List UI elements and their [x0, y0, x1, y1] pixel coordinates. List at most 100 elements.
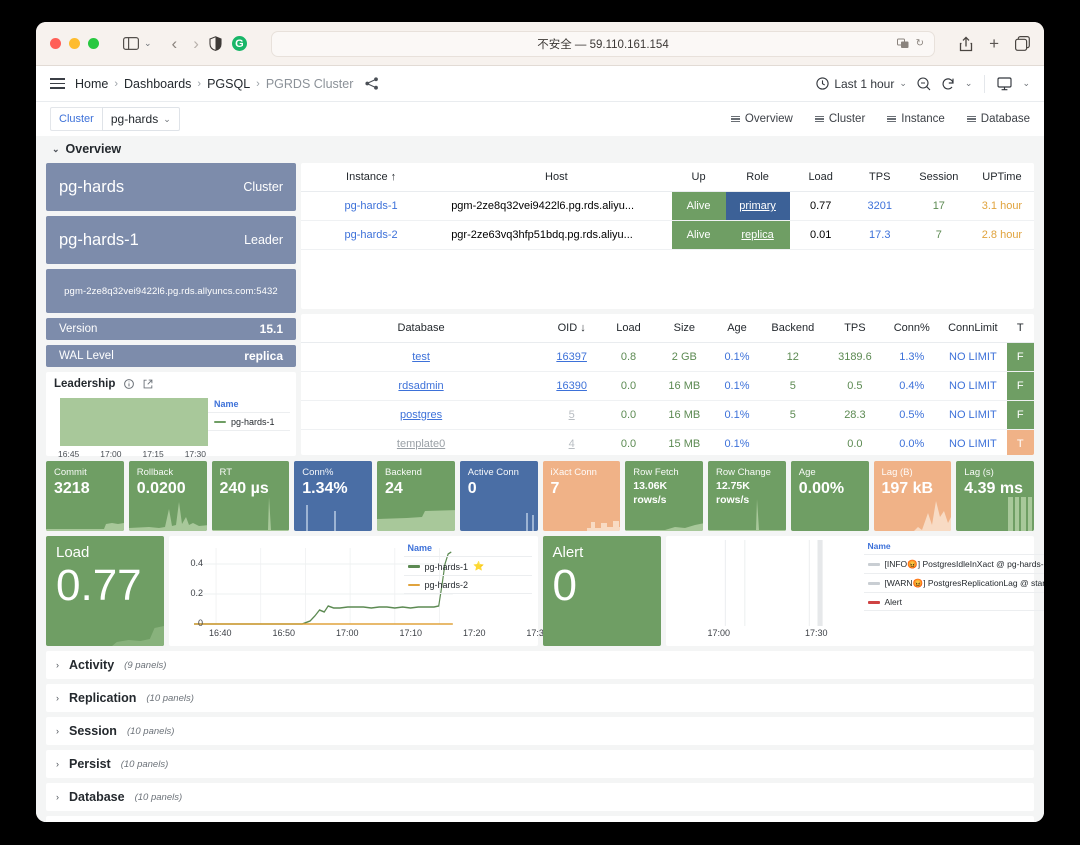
col-load[interactable]: Load: [790, 163, 852, 192]
legend-item[interactable]: [WARN😡] PostgresReplicationLag @ standby…: [864, 574, 1045, 593]
back-button[interactable]: ‹: [172, 35, 178, 52]
table-row[interactable]: rdsadmin 16390 0.0 16 MB 0.1% 5 0.5 0.4%…: [301, 372, 1034, 401]
chevron-down-icon[interactable]: ⌄: [899, 78, 907, 89]
stat-tile-ixact-conn[interactable]: iXact Conn 7: [543, 461, 621, 531]
database-link[interactable]: test: [412, 351, 430, 363]
stat-tile-active-conn[interactable]: Active Conn 0: [460, 461, 538, 531]
refresh-interval-chevron-icon[interactable]: ⌄: [965, 78, 973, 89]
col-database[interactable]: Database: [301, 314, 541, 343]
dashboard-link-overview[interactable]: Overview: [731, 113, 793, 125]
table-row[interactable]: postgres 5 0.0 16 MB 0.1% 5 28.3 0.5% NO…: [301, 401, 1034, 430]
table-row[interactable]: test 16397 0.8 2 GB 0.1% 12 3189.6 1.3% …: [301, 343, 1034, 372]
database-link[interactable]: template0: [397, 438, 445, 450]
database-link[interactable]: postgres: [400, 409, 442, 421]
col-oid[interactable]: OID ↓: [541, 314, 602, 343]
col-connlimit[interactable]: ConnLimit: [939, 314, 1006, 343]
oid-link[interactable]: 16390: [556, 380, 587, 392]
row-header-session[interactable]: › Session (10 panels): [46, 717, 1034, 745]
stat-tile-rollback[interactable]: Rollback 0.0200: [129, 461, 207, 531]
stat-tile-lag-seconds[interactable]: Lag (s) 4.39 ms: [956, 461, 1034, 531]
oid-link[interactable]: 5: [569, 409, 575, 421]
col-tps[interactable]: TPS: [852, 163, 908, 192]
menu-toggle-button[interactable]: [50, 78, 65, 89]
database-link[interactable]: rdsadmin: [398, 380, 443, 392]
col-instance[interactable]: Instance ↑: [301, 163, 441, 192]
breadcrumb-item-pgsql[interactable]: PGSQL: [207, 77, 250, 91]
table-row[interactable]: template0 4 0.0 15 MB 0.1% 0.0 0.0% NO L…: [301, 430, 1034, 456]
view-mode-chevron-icon[interactable]: ⌄: [1022, 78, 1030, 89]
col-size[interactable]: Size: [655, 314, 714, 343]
close-window-button[interactable]: [50, 38, 61, 49]
share-icon[interactable]: [959, 36, 973, 52]
stat-tile-rt[interactable]: RT 240 µs: [212, 461, 290, 531]
row-header-table-query[interactable]: › Table & Query (4 panels): [46, 816, 1034, 822]
stat-tile-commit[interactable]: Commit 3218: [46, 461, 124, 531]
legend-item[interactable]: pg-hards-1 ⭐: [404, 557, 532, 576]
refresh-dashboard-button[interactable]: [941, 77, 955, 91]
stat-tile-age[interactable]: Age 0.00%: [791, 461, 869, 531]
col-session[interactable]: Session: [908, 163, 970, 192]
grammarly-icon[interactable]: G: [232, 36, 247, 51]
oid-link[interactable]: 4: [569, 438, 575, 450]
minimize-window-button[interactable]: [69, 38, 80, 49]
row-header-persist[interactable]: › Persist (10 panels): [46, 750, 1034, 778]
stat-tile-row-fetch[interactable]: Row Fetch 13.06K rows/s: [625, 461, 703, 531]
alert-timeseries-panel[interactable]: 17:00 17:30 Name [INFO😡] PostgresIdleInX…: [666, 536, 1035, 646]
time-range-picker[interactable]: Last 1 hour ⌄: [816, 77, 907, 91]
col-tps[interactable]: TPS: [825, 314, 884, 343]
col-t[interactable]: T: [1007, 314, 1034, 343]
load-timeseries-panel[interactable]: 0.4 0.2 0 16:40 16:50 17:00 17:10 17:20 …: [169, 536, 538, 646]
forward-button[interactable]: ›: [193, 35, 199, 52]
row-header-overview[interactable]: ⌄ Overview: [44, 136, 1036, 163]
breadcrumb-item-dashboards[interactable]: Dashboards: [124, 77, 191, 91]
kiosk-monitor-icon[interactable]: [997, 77, 1012, 91]
legend-item[interactable]: Alert: [864, 593, 1045, 611]
dashboard-link-cluster[interactable]: Cluster: [815, 113, 865, 125]
reader-mode-icon[interactable]: [897, 38, 909, 49]
instance-link[interactable]: pg-hards-2: [344, 229, 397, 241]
dashboard-content: ⌄ Overview pg-hards Cluster pg-hards-1 L…: [36, 136, 1044, 822]
col-load[interactable]: Load: [602, 314, 655, 343]
load-stat-panel[interactable]: Load 0.77: [46, 536, 164, 646]
col-age[interactable]: Age: [714, 314, 760, 343]
legend-item[interactable]: pg-hards-1: [208, 413, 290, 431]
alert-stat-panel[interactable]: Alert 0: [543, 536, 661, 646]
sidebar-toggle-button[interactable]: ⌄: [123, 37, 152, 50]
table-row[interactable]: pg-hards-2 pgr-2ze63vq3hfp51bdq.pg.rds.a…: [301, 221, 1034, 250]
breadcrumb-item-home[interactable]: Home: [75, 77, 108, 91]
col-role[interactable]: Role: [726, 163, 790, 192]
col-uptime[interactable]: UPTime: [970, 163, 1034, 192]
col-backend[interactable]: Backend: [760, 314, 825, 343]
zoom-out-time-button[interactable]: [917, 77, 931, 91]
oid-link[interactable]: 16397: [556, 351, 587, 363]
dashboard-link-instance[interactable]: Instance: [887, 113, 944, 125]
reload-icon[interactable]: ↻: [916, 38, 924, 49]
legend-item[interactable]: [INFO😡] PostgresIdleInXact @ pg-hards-1: [864, 555, 1045, 574]
stat-tile-backend[interactable]: Backend 24: [377, 461, 455, 531]
col-conn-pct[interactable]: Conn%: [884, 314, 939, 343]
row-header-activity[interactable]: › Activity (9 panels): [46, 651, 1034, 679]
tabs-overview-button[interactable]: [1015, 36, 1030, 51]
legend-item[interactable]: pg-hards-2: [404, 576, 532, 594]
row-header-database[interactable]: › Database (10 panels): [46, 783, 1034, 811]
role-cell[interactable]: primary: [726, 192, 790, 221]
new-tab-button[interactable]: +: [989, 35, 999, 52]
stat-tile-lag-bytes[interactable]: Lag (B) 197 kB: [874, 461, 952, 531]
col-up[interactable]: Up: [672, 163, 726, 192]
stat-tile-row-change[interactable]: Row Change 12.75K rows/s: [708, 461, 786, 531]
share-nodes-icon[interactable]: [365, 77, 379, 90]
dashboard-link-database[interactable]: Database: [967, 113, 1030, 125]
external-link-icon[interactable]: [143, 379, 153, 389]
stat-tile-conn-pct[interactable]: Conn% 1.34%: [294, 461, 372, 531]
address-bar[interactable]: 不安全 — 59.110.161.154 ↻: [271, 31, 935, 57]
window-traffic-lights[interactable]: [50, 38, 99, 49]
row-header-replication[interactable]: › Replication (10 panels): [46, 684, 1034, 712]
variable-select-cluster[interactable]: pg-hards ⌄: [102, 107, 180, 131]
maximize-window-button[interactable]: [88, 38, 99, 49]
info-icon[interactable]: [124, 379, 134, 389]
role-cell[interactable]: replica: [726, 221, 790, 250]
col-host[interactable]: Host: [441, 163, 671, 192]
instance-link[interactable]: pg-hards-1: [344, 200, 397, 212]
table-row[interactable]: pg-hards-1 pgm-2ze8q32vei9422l6.pg.rds.a…: [301, 192, 1034, 221]
shield-icon[interactable]: [209, 36, 222, 51]
